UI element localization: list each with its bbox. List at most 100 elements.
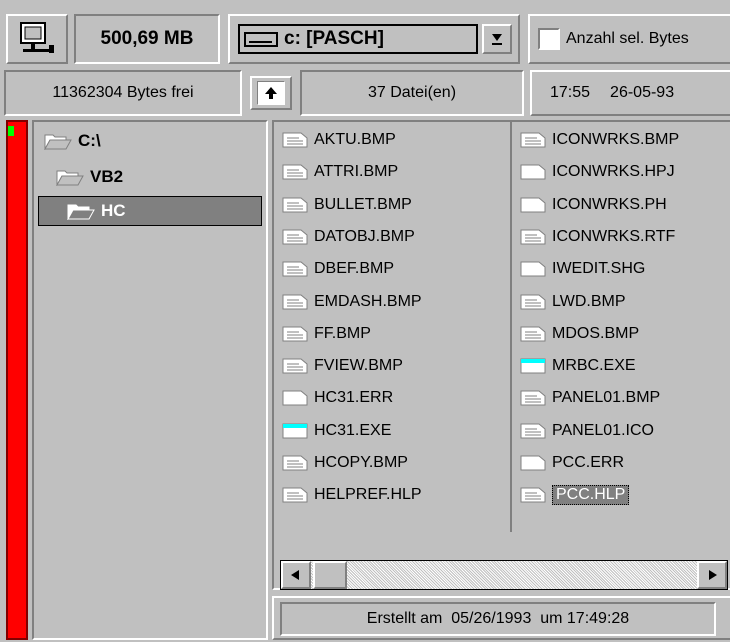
activity-bar	[6, 120, 28, 640]
up-arrow-frame	[257, 81, 285, 105]
file-item[interactable]: MRBC.EXE	[520, 352, 730, 380]
file-item[interactable]: HC31.EXE	[282, 417, 508, 445]
file-item[interactable]: PANEL01.BMP	[520, 384, 730, 412]
program-icon	[520, 358, 546, 374]
file-name: IWEDIT.SHG	[552, 260, 646, 278]
document-icon	[282, 455, 308, 471]
activity-indicator	[8, 126, 14, 136]
blank-file-icon	[520, 455, 546, 471]
file-item[interactable]: BULLET.BMP	[282, 191, 508, 219]
document-icon	[282, 294, 308, 309]
tree-item-label: VB2	[90, 167, 124, 186]
file-item[interactable]: ATTRI.BMP	[282, 158, 508, 186]
blank-file-icon	[520, 197, 546, 213]
selected-bytes-label: Anzahl sel. Bytes	[566, 30, 689, 47]
disk-size-value: 500,69 MB	[100, 28, 194, 49]
document-icon	[282, 487, 308, 503]
file-name: BULLET.BMP	[314, 195, 412, 213]
selected-bytes-toggle[interactable]: Anzahl sel. Bytes	[528, 14, 730, 64]
date-value: 26-05-93	[610, 84, 675, 101]
blank-file-icon	[520, 164, 546, 180]
drive-dropdown-button[interactable]	[482, 24, 512, 54]
parent-folder-button[interactable]	[250, 76, 292, 110]
clock-display: 17:55 26-05-93	[530, 70, 730, 116]
selected-bytes-checkbox[interactable]	[538, 28, 560, 50]
open-folder-icon	[44, 134, 72, 150]
file-name: FF.BMP	[314, 324, 371, 342]
status-bar: Erstellt am 05/26/1993 um 17:49:28	[272, 596, 730, 640]
open-folder-icon	[67, 204, 95, 220]
file-list[interactable]: AKTU.BMP ATTRI.BMP BULLET.BMP DATOBJ.BMP DBE…	[272, 120, 730, 590]
file-name: HC31.EXE	[314, 421, 392, 439]
document-icon	[520, 423, 546, 439]
tree-item-hc[interactable]: HC	[38, 196, 262, 226]
horizontal-scrollbar[interactable]	[280, 560, 728, 590]
free-space-display: 11362304 Bytes frei	[4, 70, 242, 116]
document-icon	[520, 326, 546, 342]
document-icon	[282, 358, 308, 374]
file-count-value: 37 Datei(en)	[367, 84, 457, 101]
tree-item-root[interactable]: C:\	[44, 126, 254, 156]
scroll-thumb[interactable]	[313, 561, 347, 589]
disk-size-display: 500,69 MB	[74, 14, 220, 64]
blank-file-icon	[282, 390, 308, 406]
file-item[interactable]: PANEL01.ICO	[520, 417, 730, 445]
file-item[interactable]: DBEF.BMP	[282, 255, 508, 283]
document-icon	[520, 294, 546, 309]
column-divider	[510, 122, 512, 532]
drive-field[interactable]: c: [PASCH]	[238, 24, 478, 54]
file-item[interactable]: ICONWRKS.BMP	[520, 126, 730, 154]
directory-tree[interactable]: C:\ VB2 HC	[32, 120, 268, 640]
file-name: MRBC.EXE	[552, 357, 636, 375]
file-item[interactable]: IWEDIT.SHG	[520, 255, 730, 283]
file-name: PCC.ERR	[552, 454, 625, 471]
file-item[interactable]: ICONWRKS.RTF	[520, 223, 730, 251]
file-name: ICONWRKS.HPJ	[552, 163, 675, 181]
document-icon	[520, 132, 546, 148]
scroll-right-button[interactable]	[697, 561, 727, 589]
file-item[interactable]: FF.BMP	[282, 320, 508, 348]
file-name: DATOBJ.BMP	[314, 227, 415, 245]
file-item[interactable]: MDOS.BMP	[520, 320, 730, 348]
file-name: LWD.BMP	[552, 292, 626, 310]
tree-item-vb2[interactable]: VB2	[56, 162, 254, 192]
network-button[interactable]	[6, 14, 68, 64]
file-name: ICONWRKS.RTF	[552, 227, 676, 245]
file-name: ATTRI.BMP	[314, 163, 399, 181]
file-item[interactable]: LWD.BMP	[520, 288, 730, 316]
scroll-left-button[interactable]	[281, 561, 311, 589]
file-name: PCC.HLP	[552, 485, 630, 506]
file-name: FVIEW.BMP	[314, 357, 403, 375]
status-text-box: Erstellt am 05/26/1993 um 17:49:28	[280, 602, 716, 636]
open-folder-icon	[56, 170, 84, 186]
file-name: PANEL01.BMP	[552, 389, 661, 407]
file-name: MDOS.BMP	[552, 324, 640, 342]
file-name: PANEL01.ICO	[552, 421, 654, 439]
file-name: ICONWRKS.BMP	[552, 131, 680, 148]
file-item[interactable]: ICONWRKS.PH	[520, 191, 730, 219]
document-icon	[282, 229, 308, 245]
tree-item-label: C:\	[78, 131, 101, 150]
file-item[interactable]: ICONWRKS.HPJ	[520, 158, 730, 186]
file-item[interactable]: AKTU.BMP	[282, 126, 508, 154]
file-item[interactable]: FVIEW.BMP	[282, 352, 508, 380]
file-item[interactable]: PCC.ERR	[520, 449, 730, 477]
blank-file-icon	[520, 261, 546, 277]
file-item[interactable]: PCC.HLP	[520, 481, 730, 509]
file-item[interactable]: EMDASH.BMP	[282, 288, 508, 316]
drive-selector[interactable]: c: [PASCH]	[228, 14, 520, 64]
file-item[interactable]: HC31.ERR	[282, 384, 508, 412]
file-item[interactable]: HCOPY.BMP	[282, 449, 508, 477]
file-count-display: 37 Datei(en)	[300, 70, 524, 116]
file-name: HELPREF.HLP	[314, 486, 422, 504]
file-name: HCOPY.BMP	[314, 454, 408, 471]
document-icon	[282, 132, 308, 148]
drive-label: c: [PASCH]	[284, 28, 384, 49]
tree-item-label: HC	[101, 201, 126, 220]
dropdown-arrow-icon	[492, 34, 502, 45]
document-icon	[282, 197, 308, 213]
file-item[interactable]: DATOBJ.BMP	[282, 223, 508, 251]
document-icon	[520, 390, 546, 406]
file-item[interactable]: HELPREF.HLP	[282, 481, 508, 509]
up-arrow-icon	[265, 87, 277, 99]
